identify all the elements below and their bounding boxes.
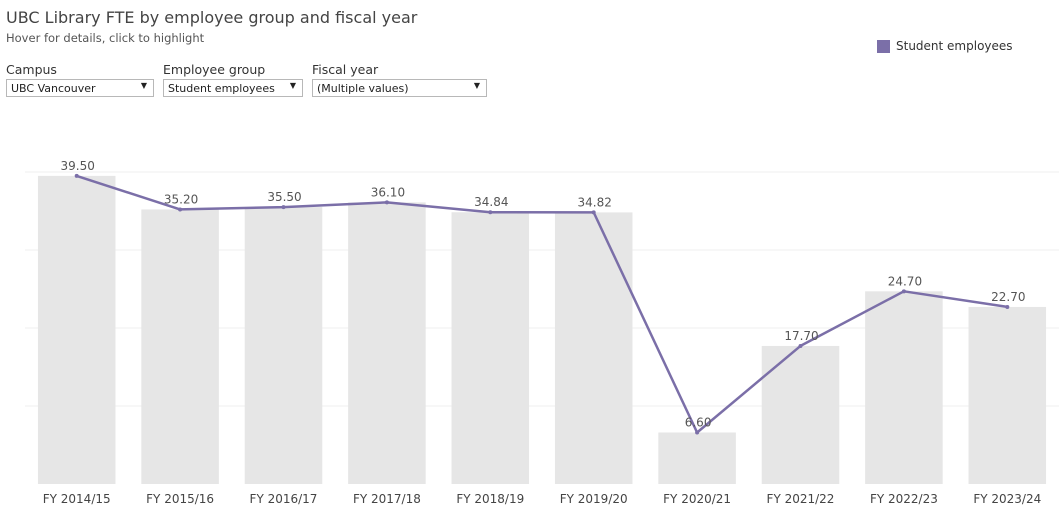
data-label: 34.82 [578,195,612,209]
data-point[interactable] [901,289,906,294]
x-tick-label: FY 2016/17 [250,492,318,506]
x-tick-label: FY 2014/15 [43,492,111,506]
x-tick-label: FY 2022/23 [870,492,938,506]
x-tick-label: FY 2021/22 [767,492,835,506]
x-tick-label: FY 2023/24 [973,492,1041,506]
data-point[interactable] [178,207,183,212]
data-label: 17.70 [784,329,818,343]
data-label: 35.50 [267,190,301,204]
data-point[interactable] [488,210,493,215]
data-label: 22.70 [991,290,1025,304]
fte-chart: FY 2014/15 FY 2015/16 FY 2016/17 FY 2017/18… [25,159,1059,506]
x-tick-label: FY 2015/16 [146,492,214,506]
x-tick-label: FY 2019/20 [560,492,628,506]
data-label: 6.60 [685,416,712,430]
x-tick-label: FY 2018/19 [456,492,524,506]
data-label: 34.84 [474,195,508,209]
data-point[interactable] [591,210,596,215]
data-point[interactable] [798,343,803,348]
data-label: 36.10 [371,185,405,199]
bar[interactable] [865,291,943,484]
bar[interactable] [244,207,323,484]
bar[interactable] [37,175,116,484]
data-point[interactable] [695,430,700,435]
data-label: 39.50 [61,159,95,173]
bar[interactable] [554,212,633,485]
data-point[interactable] [74,173,79,178]
bar[interactable] [451,212,530,485]
bar[interactable] [761,345,840,484]
bar[interactable] [348,202,426,485]
data-point[interactable] [1005,304,1010,309]
data-label: 24.70 [888,274,922,288]
bar[interactable] [968,306,1047,484]
bar[interactable] [141,209,219,484]
bar[interactable] [658,432,736,484]
x-tick-label: FY 2020/21 [663,492,731,506]
data-label: 35.20 [164,192,198,206]
data-point[interactable] [384,200,389,205]
data-point[interactable] [281,205,286,210]
x-tick-label: FY 2017/18 [353,492,421,506]
